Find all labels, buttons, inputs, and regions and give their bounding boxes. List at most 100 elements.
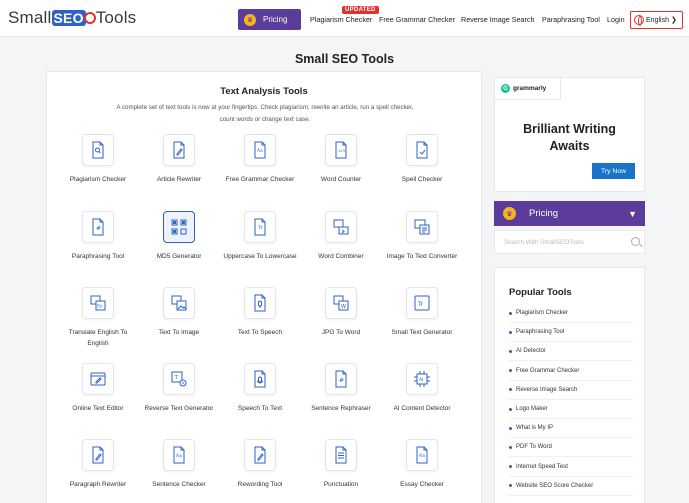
popular-tool-link[interactable]: Reverse Image Search	[509, 381, 633, 400]
hash-doc-icon: #	[325, 363, 357, 395]
tool-rewording-tool[interactable]: Rewording Tool	[220, 439, 300, 490]
search-doc-icon	[82, 134, 114, 166]
section-description: A complete set of text tools is now at y…	[87, 102, 443, 125]
tool-online-text-editor[interactable]: Online Text Editor	[58, 363, 138, 414]
tool-label: Word Counter	[320, 176, 362, 183]
tool-spell-checker[interactable]: Spell Checker	[382, 134, 462, 185]
tool-paraphrasing-tool[interactable]: # Paraphrasing Tool	[58, 211, 138, 262]
tool-translate-english-to-english[interactable]: En Translate English To English	[58, 287, 138, 349]
tool-label: JPG To Word	[321, 329, 361, 336]
bullet-icon	[509, 349, 512, 353]
tool-word-counter[interactable]: 123 Word Counter	[301, 134, 381, 185]
svg-text:Aa: Aa	[257, 148, 263, 154]
chevron-down-icon: ❯	[670, 17, 677, 24]
popular-tool-link[interactable]: Internet Speed Test	[509, 458, 633, 477]
tool-plagiarism-checker[interactable]: Plagiarism Checker	[58, 134, 138, 185]
tool-jpg-to-word[interactable]: W JPG To Word	[301, 287, 381, 338]
case-doc-icon: Tt	[244, 211, 276, 243]
tool-paragraph-rewriter[interactable]: Paragraph Rewriter	[58, 439, 138, 490]
tool-image-to-text-converter[interactable]: Image To Text Converter	[382, 211, 462, 262]
tool-label: Speech To Text	[237, 405, 283, 412]
header-pricing-button[interactable]: ♛ Pricing	[238, 9, 301, 30]
popular-tool-label: Internet Speed Test	[516, 463, 568, 470]
popular-tool-label: Website SEO Score Checker	[516, 482, 594, 489]
popular-tool-label: What is My IP	[516, 425, 554, 432]
tool-small-text-generator[interactable]: Tr Small Text Generator	[382, 287, 462, 338]
mic-doc-icon	[244, 363, 276, 395]
tool-label: Reverse Text Generator	[144, 405, 214, 412]
sidebar-pricing-dropdown[interactable]: ♛ Pricing ▼	[494, 201, 645, 226]
pen-doc-icon	[163, 134, 195, 166]
ad-brand: grammarly	[513, 85, 547, 92]
nav-login[interactable]: Login	[607, 15, 625, 24]
tool-word-combiner[interactable]: Word Combiner	[301, 211, 381, 262]
tool-label: Image To Text Converter	[386, 253, 458, 260]
svg-text:W: W	[341, 304, 346, 310]
tool-sentence-rephraser[interactable]: # Sentence Rephraser	[301, 363, 381, 414]
tool-text-to-speech[interactable]: Text To Speech	[220, 287, 300, 338]
bullet-icon	[509, 311, 512, 315]
tool-label: Sentence Rephraser	[311, 405, 371, 412]
tool-label: Plagiarism Checker	[69, 176, 127, 183]
tool-uppercase-to-lowercase[interactable]: Tt Uppercase To Lowercase	[220, 211, 300, 262]
description-line-1: A complete set of text tools is now at y…	[116, 104, 414, 111]
tool-label: Rewording Tool	[237, 481, 283, 488]
updated-badge: UPDATED	[342, 6, 379, 14]
nav-reverse-image-search[interactable]: Reverse Image Search	[461, 15, 535, 24]
tool-label: Translate English To English	[68, 329, 128, 347]
nav-plagiarism-checker[interactable]: Plagiarism Checker	[310, 15, 372, 24]
pricing-label: Pricing	[263, 15, 288, 24]
tool-text-to-image[interactable]: Text To Image	[139, 287, 219, 338]
popular-tool-link[interactable]: Logo Maker	[509, 400, 633, 419]
popular-tool-link[interactable]: Website SEO Score Checker	[509, 477, 633, 496]
text-analysis-card: Text Analysis Tools A complete set of te…	[46, 71, 482, 503]
section-title: Text Analysis Tools	[220, 86, 308, 97]
svg-text:123: 123	[338, 149, 345, 153]
tool-label: Punctuation	[323, 481, 359, 488]
nav-free-grammar-checker[interactable]: Free Grammar Checker	[379, 15, 455, 24]
sidebar-search-input[interactable]: Search With SmallSEOTools	[494, 230, 645, 254]
grammarly-ad[interactable]: G grammarly Brilliant Writing Awaits Try…	[494, 77, 645, 192]
ad-headline-2: Awaits	[549, 139, 590, 153]
tool-article-rewriter[interactable]: Article Rewriter	[139, 134, 219, 185]
site-logo[interactable]: Small SEO Tools	[8, 8, 136, 28]
popular-tool-label: Logo Maker	[516, 406, 548, 412]
popular-tool-link[interactable]: Paraphrasing Tool	[509, 323, 633, 343]
popular-tool-link[interactable]: What is My IP	[509, 419, 633, 439]
svg-text:En: En	[97, 304, 103, 309]
pen-doc-icon	[82, 439, 114, 471]
tool-label: Uppercase To Lowercase	[223, 253, 297, 260]
search-icon[interactable]	[631, 237, 640, 246]
tool-ai-content-detector[interactable]: AI AI Content Detector	[382, 363, 462, 414]
tool-reverse-text-generator[interactable]: T Reverse Text Generator	[139, 363, 219, 414]
nav-paraphrasing-tool[interactable]: Paraphrasing Tool	[542, 15, 600, 24]
tool-label: Word Combiner	[318, 253, 364, 260]
popular-tool-link[interactable]: AI Detector	[509, 342, 633, 362]
popular-tool-label: PDF To Word	[516, 444, 552, 451]
top-header: Small SEO Tools ♛ Pricing UPDATED Plagiari…	[0, 0, 689, 37]
popular-tool-link[interactable]: Free Grammar Checker	[509, 362, 633, 381]
tool-label: Spell Checker	[401, 176, 443, 183]
popular-tool-link[interactable]: PDF To Word	[509, 438, 633, 458]
try-now-button[interactable]: Try Now	[592, 163, 635, 179]
chevron-down-icon: ▼	[628, 208, 637, 219]
check-doc-icon	[406, 134, 438, 166]
tool-label: Article Rewriter	[156, 176, 202, 183]
tool-label: Text To Image	[158, 329, 200, 336]
popular-tool-label: Plagiarism Checker	[516, 310, 569, 316]
bullet-icon	[509, 369, 512, 373]
tool-essay-checker[interactable]: Aa Essay Checker	[382, 439, 462, 490]
tool-sentence-checker[interactable]: Aa Sentence Checker	[139, 439, 219, 490]
tool-label: Essay Checker	[400, 481, 444, 488]
tool-free-grammar-checker[interactable]: Aa Free Grammar Checker	[220, 134, 300, 185]
hash-doc-icon: #	[82, 211, 114, 243]
tool-speech-to-text[interactable]: Speech To Text	[220, 363, 300, 414]
bullet-icon	[509, 407, 512, 411]
logo-seo: SEO	[51, 10, 86, 26]
tool-md5-generator[interactable]: MD5 Generator	[139, 211, 219, 262]
tool-punctuation[interactable]: Punctuation	[301, 439, 381, 490]
combine-icon	[325, 211, 357, 243]
description-line-2: count words or change text case.	[219, 115, 311, 123]
popular-tool-link[interactable]: Plagiarism Checker	[509, 304, 633, 323]
language-selector[interactable]: English ❯	[630, 11, 683, 29]
